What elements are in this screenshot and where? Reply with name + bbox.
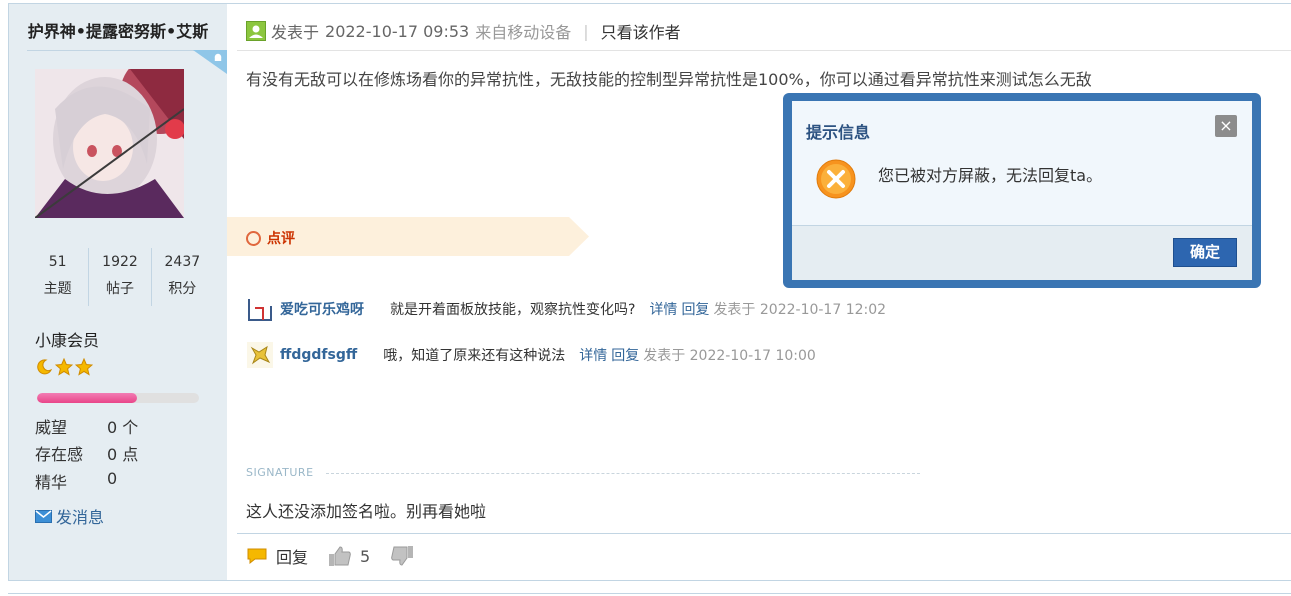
dialog-title: 提示信息 — [806, 123, 871, 142]
dialog-message: 您已被对方屏蔽，无法回复ta。 — [878, 166, 1103, 185]
author-stats: 51 主题 1922 帖子 2437 积分 — [27, 248, 213, 306]
online-user-icon — [246, 21, 266, 41]
envelope-icon — [35, 509, 52, 523]
comment-text: 哦，知道了原来还有这种说法 — [383, 348, 566, 364]
comment-item: ffdgdfsgff 哦，知道了原来还有这种说法 详情 回复 发表于 2022-… — [246, 341, 816, 369]
commenter-avatar[interactable] — [246, 295, 274, 323]
post-actions: 回复 5 — [246, 544, 434, 568]
dialog-footer: 确定 — [792, 225, 1252, 280]
post-bottom-border — [8, 580, 1291, 581]
comment-item: 爱吃可乐鸡呀 就是开着面板放技能，观察抗性变化吗? 详情 回复 发表于 2022… — [246, 295, 886, 323]
like-button[interactable]: 5 — [328, 545, 370, 567]
only-author-link[interactable]: 只看该作者 — [601, 19, 681, 43]
comment-reply-link[interactable]: 回复 — [611, 345, 639, 365]
user-group[interactable]: 小康会员 — [35, 327, 99, 351]
error-icon — [816, 159, 856, 199]
comment-detail-link[interactable]: 详情 — [649, 299, 677, 319]
meta-separator: | — [583, 21, 589, 41]
header-divider — [237, 50, 1291, 51]
commenter-name[interactable]: ffdgdfsgff — [280, 347, 357, 363]
next-post-border — [8, 593, 1291, 594]
like-count: 5 — [360, 546, 371, 566]
post-source: 来自移动设备 — [475, 23, 572, 42]
reply-button[interactable]: 回复 — [246, 544, 308, 568]
stat-threads[interactable]: 51 主题 — [27, 248, 88, 306]
star-icon — [55, 358, 73, 376]
thumbs-down-icon — [391, 546, 414, 566]
signature-divider — [326, 473, 920, 474]
author-sidebar: 护界神•提露密努斯•艾斯 51 主题 1922 帖子 2437 积分 小康会员 … — [9, 4, 227, 580]
info-prestige: 威望 0 个 — [35, 418, 139, 437]
android-icon — [193, 50, 227, 74]
author-name[interactable]: 护界神•提露密努斯•艾斯 — [9, 18, 227, 42]
star-icon — [75, 358, 93, 376]
signature-label: SIGNATURE — [246, 466, 314, 479]
speech-bubble-icon — [247, 548, 267, 565]
comment-text: 就是开着面板放技能，观察抗性变化吗? — [390, 302, 636, 318]
rank-progress-bar — [37, 393, 199, 403]
info-presence: 存在感 0 点 — [35, 445, 139, 464]
info-digest: 精华 0 — [35, 469, 118, 492]
dialog-ok-button[interactable]: 确定 — [1173, 238, 1237, 267]
moon-icon — [37, 359, 53, 375]
rank-progress-fill — [37, 393, 138, 403]
thumbs-up-icon — [329, 546, 351, 566]
commenter-name[interactable]: 爱吃可乐鸡呀 — [280, 299, 364, 319]
stat-points[interactable]: 2437 积分 — [150, 248, 213, 306]
post-date: 2022-10-17 09:53 — [325, 21, 470, 41]
comment-time: 发表于 2022-10-17 12:02 — [713, 302, 887, 318]
send-message-link[interactable]: 发消息 — [35, 504, 104, 528]
dialog-close-button[interactable]: × — [1215, 115, 1237, 137]
post-content: 有没有无敌可以在修炼场看你的异常抗性，无敌技能的控制型异常抗性是100%，你可以… — [246, 70, 1092, 89]
comment-circle-icon — [246, 230, 261, 246]
posted-prefix: 发表于 — [271, 23, 320, 42]
author-avatar[interactable] — [35, 69, 184, 218]
comment-detail-link[interactable]: 详情 — [579, 345, 607, 365]
post-meta: 发表于 2022-10-17 09:53 来自移动设备 | 只看该作者 — [246, 19, 681, 43]
footer-divider — [237, 533, 1291, 534]
alert-dialog: 提示信息 × 您已被对方屏蔽，无法回复ta。 确定 — [783, 93, 1261, 288]
commenter-avatar[interactable] — [246, 341, 274, 369]
signature-text: 这人还没添加签名啦。别再看她啦 — [246, 502, 487, 521]
comment-section-label: 点评 — [246, 228, 295, 248]
dialog-body: 提示信息 × 您已被对方屏蔽，无法回复ta。 确定 — [792, 101, 1252, 280]
comment-time: 发表于 2022-10-17 10:00 — [643, 348, 816, 364]
comment-reply-link[interactable]: 回复 — [681, 299, 709, 319]
dislike-button[interactable] — [390, 545, 414, 567]
rank-icons — [35, 358, 93, 376]
stat-posts[interactable]: 1922 帖子 — [88, 248, 150, 306]
